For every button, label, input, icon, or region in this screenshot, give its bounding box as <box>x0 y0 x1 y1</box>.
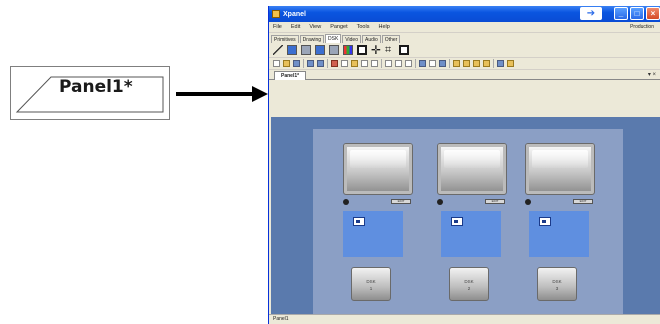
dsk-button-2[interactable]: DSK 2 <box>449 267 489 301</box>
close-icon[interactable]: × <box>646 7 660 20</box>
tab-audio[interactable]: Audio <box>362 35 381 43</box>
tab-dsk[interactable]: DSK <box>325 34 342 43</box>
dsk-source-slot[interactable] <box>441 211 501 257</box>
dsk-button-number: 3 <box>555 286 559 291</box>
line-tool-icon[interactable] <box>273 45 283 55</box>
source-slot-icon <box>451 217 463 226</box>
monitor-tool-icon[interactable] <box>287 45 297 55</box>
toolbar-separator <box>449 59 450 68</box>
dsk-button-label: DSK <box>552 279 562 284</box>
monitor-edit-button[interactable]: EDIT <box>485 199 505 204</box>
dsk-button-number: 2 <box>467 286 471 291</box>
crop-tool-icon[interactable]: ⌗ <box>385 45 395 56</box>
menu-panget[interactable]: Panget <box>330 24 347 30</box>
list-tool-icon[interactable] <box>301 45 311 55</box>
pencil-icon[interactable] <box>507 60 514 67</box>
source-slot-icon <box>353 217 365 226</box>
menu-tools[interactable]: Tools <box>357 24 370 30</box>
tool-tabs: Primitives Drawing DSK Video Audio Other <box>269 33 660 43</box>
panel2-icon[interactable] <box>317 60 324 67</box>
unlock-icon[interactable] <box>483 60 490 67</box>
monitor-widget[interactable] <box>437 143 507 195</box>
help-arrow-icon[interactable]: ➔ <box>580 7 602 20</box>
monitor-edit-button[interactable]: EDIT <box>573 199 593 204</box>
callout-tab-label: Panel1* <box>59 77 133 97</box>
monitor-widget[interactable] <box>343 143 413 195</box>
minimize-icon[interactable]: _ <box>614 7 628 20</box>
lock-icon[interactable] <box>473 60 480 67</box>
undo-icon[interactable] <box>361 60 368 67</box>
window-title: Xpanel <box>283 10 306 18</box>
dsk-button-3[interactable]: DSK 3 <box>537 267 577 301</box>
align-left-icon[interactable] <box>385 60 392 67</box>
tab-drawing[interactable]: Drawing <box>299 35 325 43</box>
menu-bar: File Edit View Panget Tools Help Product… <box>269 22 660 33</box>
dsk-button-1[interactable]: DSK 1 <box>351 267 391 301</box>
display-tool-icon[interactable] <box>315 45 325 55</box>
pointer-arrow-icon <box>176 86 268 102</box>
xpanel-window: Xpanel ➔ _ □ × File Edit View Panget Too… <box>268 6 660 324</box>
tab-primitives[interactable]: Primitives <box>271 35 299 43</box>
toolbar-separator <box>381 59 382 68</box>
paste-icon[interactable] <box>351 60 358 67</box>
toolbar-separator <box>327 59 328 68</box>
copy-icon[interactable] <box>341 60 348 67</box>
dsk-button-label: DSK <box>464 279 474 284</box>
monitor-widget[interactable] <box>525 143 595 195</box>
save-icon[interactable] <box>293 60 300 67</box>
tab-menu-chevron-icon[interactable]: ▾ × <box>648 71 656 78</box>
group-icon[interactable] <box>453 60 460 67</box>
device-tool-icon[interactable] <box>329 45 339 55</box>
document-tabs: Panel1* ▾ × <box>269 70 660 80</box>
design-canvas[interactable]: EDIT EDIT EDIT DSK 1 DSK 2 DSK 3 <box>271 117 660 315</box>
dsk-tool-palette: ✛ ⌗ <box>269 43 660 58</box>
app-icon <box>272 10 280 18</box>
toolbar-separator <box>493 59 494 68</box>
redo-icon[interactable] <box>371 60 378 67</box>
color-tool-icon[interactable] <box>343 45 353 55</box>
monitor-edit-button[interactable]: EDIT <box>391 199 411 204</box>
monitor-status-dot <box>525 199 531 205</box>
callout-modified-marker: * <box>123 77 133 97</box>
menu-file[interactable]: File <box>273 24 282 30</box>
distribute-icon[interactable] <box>429 60 436 67</box>
move-tool-icon[interactable]: ✛ <box>371 44 381 56</box>
menu-help[interactable]: Help <box>378 24 389 30</box>
toolbar-separator <box>303 59 304 68</box>
dsk-source-slot[interactable] <box>529 211 589 257</box>
align-center-icon[interactable] <box>395 60 402 67</box>
new-icon[interactable] <box>273 60 280 67</box>
menu-edit[interactable]: Edit <box>291 24 300 30</box>
toolbar-separator <box>415 59 416 68</box>
cut-icon[interactable] <box>331 60 338 67</box>
dsk-button-label: DSK <box>366 279 376 284</box>
tab-video[interactable]: Video <box>342 35 361 43</box>
standard-toolbar <box>269 58 660 70</box>
open-icon[interactable] <box>283 60 290 67</box>
frame-tool-icon[interactable] <box>357 45 367 55</box>
panel-icon[interactable] <box>307 60 314 67</box>
title-bar[interactable]: Xpanel ➔ _ □ × <box>269 6 660 22</box>
status-text: Panel1 <box>273 316 289 322</box>
arrange-icon[interactable] <box>419 60 426 67</box>
maximize-icon[interactable]: □ <box>630 7 644 20</box>
monitor-status-dot <box>437 199 443 205</box>
size-icon[interactable] <box>439 60 446 67</box>
menu-view[interactable]: View <box>309 24 321 30</box>
zoom-callout: Panel1* <box>10 66 170 120</box>
source-slot-icon <box>539 217 551 226</box>
status-bar: Panel1 <box>269 314 660 324</box>
mode-label[interactable]: Production <box>630 24 654 30</box>
properties-icon[interactable] <box>497 60 504 67</box>
dsk-button-number: 1 <box>369 286 373 291</box>
dsk-source-slot[interactable] <box>343 211 403 257</box>
monitor-status-dot <box>343 199 349 205</box>
align-right-icon[interactable] <box>405 60 412 67</box>
ungroup-icon[interactable] <box>463 60 470 67</box>
document-tab-panel1[interactable]: Panel1* <box>274 71 307 80</box>
grid-tool-icon[interactable] <box>399 45 409 55</box>
tab-other[interactable]: Other <box>381 35 401 43</box>
callout-tab-name: Panel1 <box>59 77 124 97</box>
panel-surface[interactable]: EDIT EDIT EDIT DSK 1 DSK 2 DSK 3 <box>313 129 623 315</box>
